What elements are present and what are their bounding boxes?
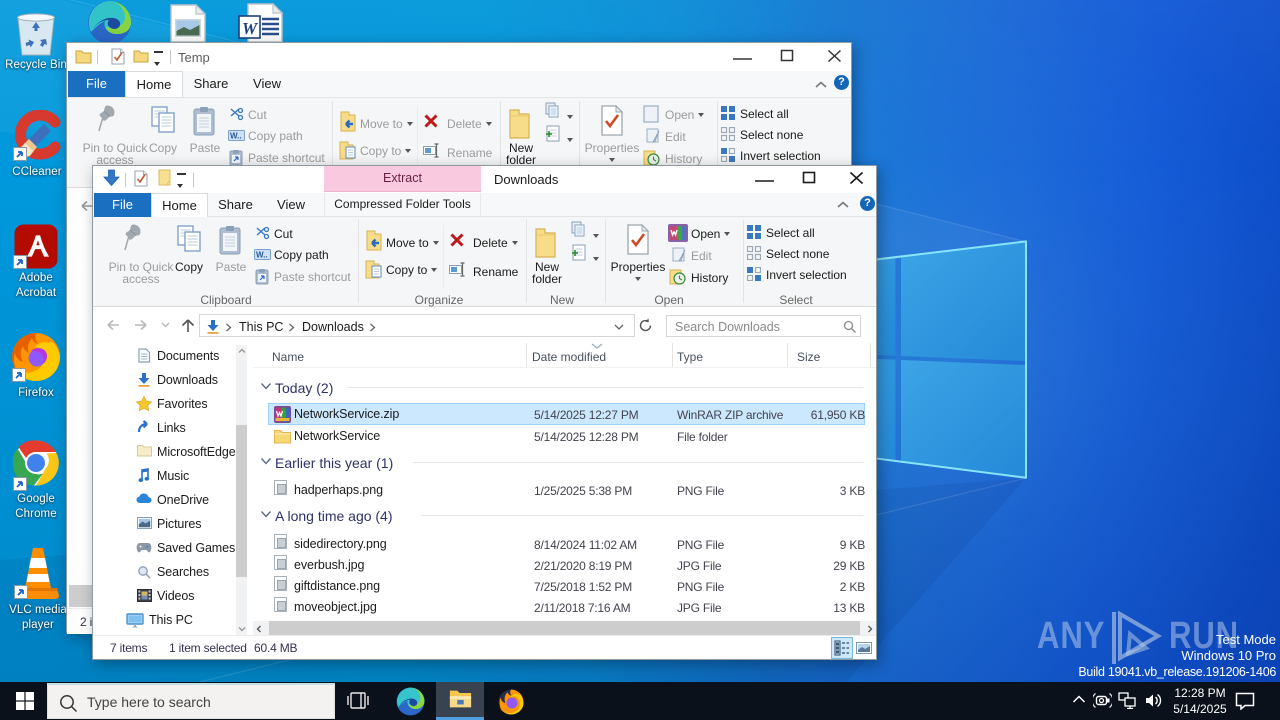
svg-text:W..: W.. xyxy=(230,132,242,141)
svg-text:W..: W.. xyxy=(256,251,268,260)
svg-text:W: W xyxy=(242,19,259,38)
